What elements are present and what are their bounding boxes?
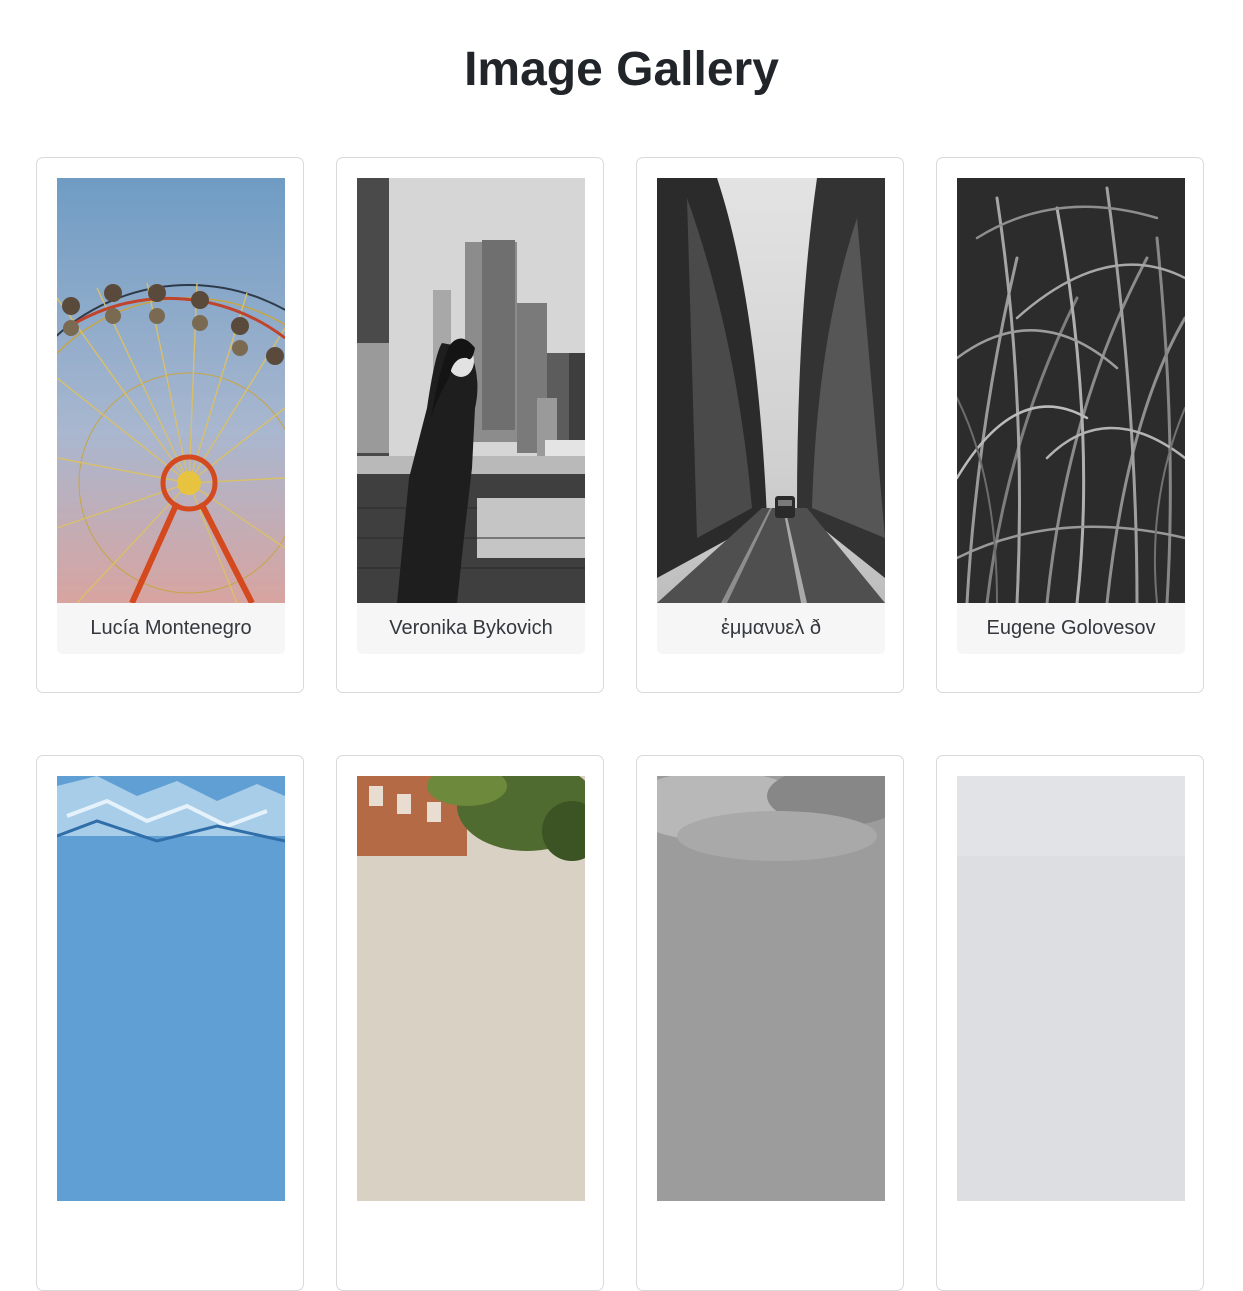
- gallery-card[interactable]: Lucía Montenegro: [36, 157, 304, 693]
- gallery-card[interactable]: [336, 755, 604, 1291]
- gallery-card[interactable]: [636, 755, 904, 1291]
- gallery-image-cloudy-sky[interactable]: [657, 776, 885, 1201]
- gallery-card[interactable]: [936, 755, 1204, 1291]
- gallery-image-woman-city-skyline[interactable]: [357, 178, 585, 603]
- gallery-card[interactable]: Veronika Bykovich: [336, 157, 604, 693]
- gallery-image-grass-blades[interactable]: [957, 178, 1185, 603]
- photographer-caption: ἐμμανυελ ð: [657, 603, 885, 654]
- gallery-image-blue-ice-texture[interactable]: [57, 776, 285, 1201]
- gallery-card[interactable]: Eugene Golovesov: [936, 157, 1204, 693]
- page-title: Image Gallery: [464, 43, 779, 96]
- gallery-card[interactable]: [36, 755, 304, 1291]
- gallery-image-tree-lined-street[interactable]: [357, 776, 585, 1201]
- gallery-image-foggy-forest-road[interactable]: [657, 178, 885, 603]
- photographer-caption: Lucía Montenegro: [57, 603, 285, 654]
- photographer-caption: Eugene Golovesov: [957, 603, 1185, 654]
- photographer-caption: Veronika Bykovich: [357, 603, 585, 654]
- gallery-image-ferris-wheel[interactable]: [57, 178, 285, 603]
- gallery-card[interactable]: ἐμμανυελ ð: [636, 157, 904, 693]
- gallery-image-pale-gray[interactable]: [957, 776, 1185, 1201]
